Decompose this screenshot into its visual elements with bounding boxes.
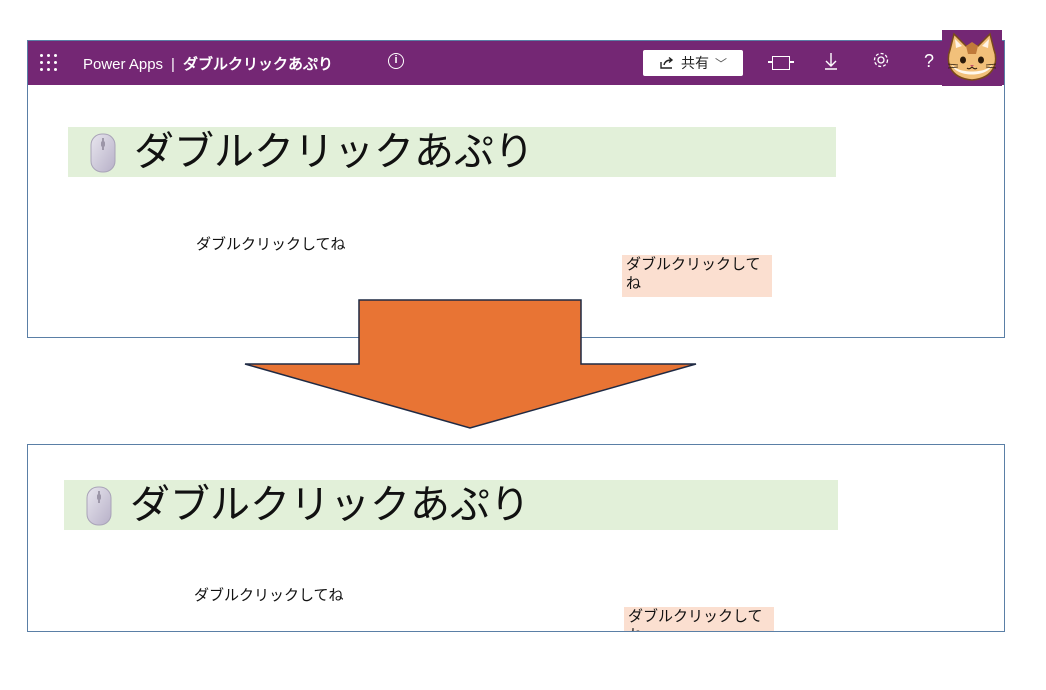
app-title: ダブルクリックあぷり bbox=[130, 482, 530, 528]
mouse-icon bbox=[86, 486, 112, 526]
app-title-banner: ダブルクリックあぷり bbox=[64, 480, 838, 530]
double-click-label-left[interactable]: ダブルクリックしてね bbox=[194, 586, 354, 605]
double-click-label-right[interactable]: ダブルクリックしてね bbox=[624, 607, 774, 631]
app-preview-after: ダブルクリックあぷり ダブルクリックしてね ダブルクリックしてね bbox=[27, 444, 1005, 632]
